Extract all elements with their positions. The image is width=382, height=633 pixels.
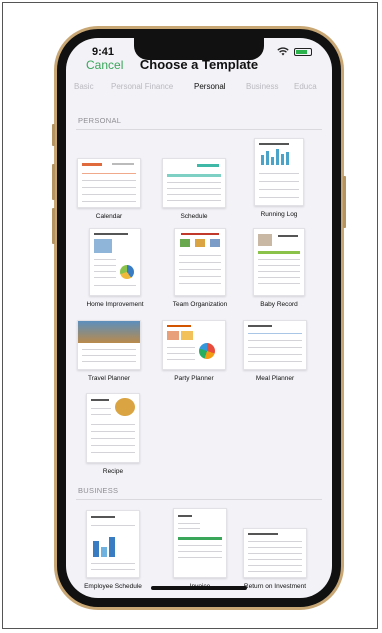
section-divider — [76, 129, 322, 130]
template-label: Home Improvement — [86, 301, 144, 308]
phone-bezel: 9:41 Cancel Choose a Template Basic Pers… — [57, 29, 341, 607]
template-thumbnail — [77, 158, 141, 208]
template-thumbnail — [173, 508, 227, 578]
template-thumbnail — [243, 320, 307, 370]
page-title: Choose a Template — [139, 57, 259, 72]
template-return-on-investment[interactable]: Return on Investment — [240, 528, 310, 590]
template-label: Employee Schedule — [84, 583, 142, 590]
template-travel-planner[interactable]: Travel Planner — [74, 320, 144, 382]
template-schedule[interactable]: Schedule — [159, 158, 229, 220]
template-running-log[interactable]: Running Log — [244, 138, 314, 218]
template-thumbnail — [86, 510, 140, 578]
template-thumbnail — [77, 320, 141, 370]
home-indicator — [151, 586, 247, 590]
template-label: Party Planner — [174, 375, 214, 382]
volume-up-button — [52, 164, 55, 200]
category-tabs: Basic Personal Finance Personal Business… — [66, 78, 332, 96]
template-label: Recipe — [102, 468, 124, 475]
power-button — [343, 176, 346, 228]
tab-personal[interactable]: Personal — [194, 82, 226, 91]
phone-device: 9:41 Cancel Choose a Template Basic Pers… — [52, 26, 346, 610]
template-label: Meal Planner — [255, 375, 295, 382]
template-label: Baby Record — [260, 301, 298, 308]
template-thumbnail — [253, 228, 305, 296]
template-thumbnail — [89, 228, 141, 296]
template-label: Travel Planner — [87, 375, 131, 382]
wifi-icon — [277, 47, 289, 56]
template-recipe[interactable]: Recipe — [78, 393, 148, 475]
template-calendar[interactable]: Calendar — [74, 158, 144, 220]
template-label: Schedule — [180, 213, 208, 220]
mute-switch — [52, 124, 55, 146]
template-employee-schedule[interactable]: Employee Schedule — [78, 510, 148, 590]
template-thumbnail — [162, 320, 226, 370]
tab-basic[interactable]: Basic — [74, 82, 94, 91]
section-label-business: BUSINESS — [78, 486, 119, 495]
template-home-improvement[interactable]: Home Improvement — [80, 228, 150, 308]
template-label: Running Log — [260, 211, 298, 218]
template-baby-record[interactable]: Baby Record — [244, 228, 314, 308]
template-team-organization[interactable]: Team Organization — [165, 228, 235, 308]
template-meal-planner[interactable]: Meal Planner — [240, 320, 310, 382]
template-invoice[interactable]: Invoice — [165, 508, 235, 590]
template-thumbnail — [243, 528, 307, 578]
app-screen: 9:41 Cancel Choose a Template Basic Pers… — [66, 38, 332, 598]
battery-icon — [294, 47, 312, 56]
template-party-planner[interactable]: Party Planner — [159, 320, 229, 382]
tab-personal-finance[interactable]: Personal Finance — [111, 82, 173, 91]
section-label-personal: PERSONAL — [78, 116, 122, 125]
template-thumbnail — [254, 138, 304, 206]
volume-down-button — [52, 208, 55, 244]
template-thumbnail — [162, 158, 226, 208]
status-icons — [277, 47, 312, 56]
tab-business[interactable]: Business — [246, 82, 278, 91]
template-label: Calendar — [95, 213, 123, 220]
template-label: Team Organization — [172, 301, 228, 308]
template-label: Return on Investment — [243, 583, 307, 590]
template-thumbnail — [174, 228, 226, 296]
tab-education[interactable]: Educa — [294, 82, 317, 91]
section-divider — [76, 499, 322, 500]
template-thumbnail — [86, 393, 140, 463]
